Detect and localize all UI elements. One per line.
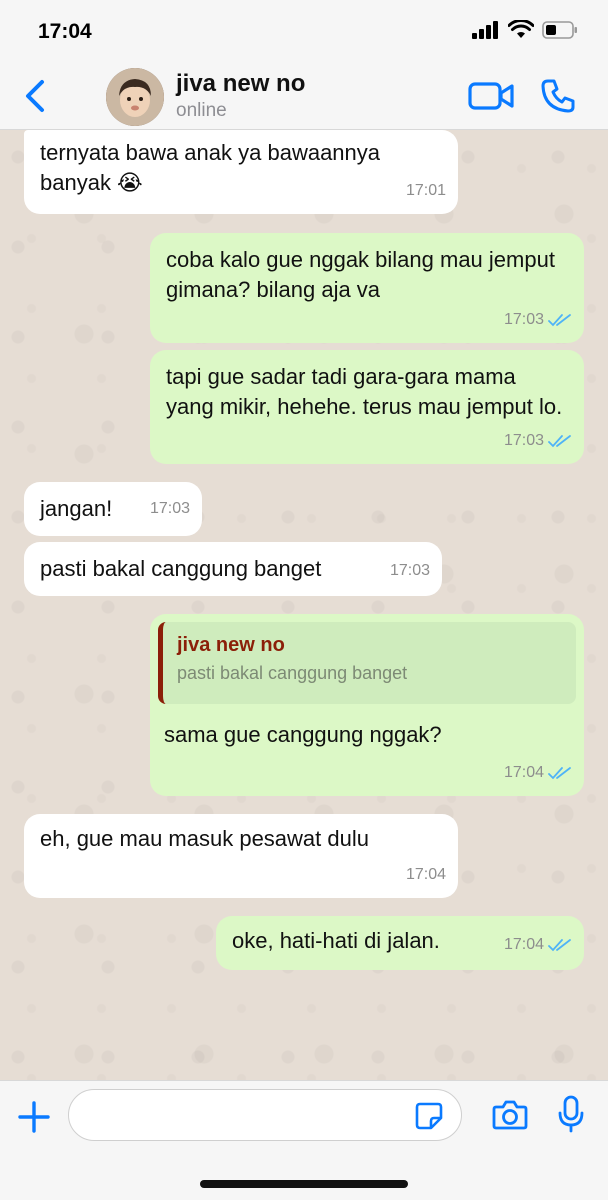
sticker-icon[interactable] [414,1101,444,1131]
message-text: jangan! [40,496,113,521]
status-bar: 17:04 [0,0,608,64]
message-time: 17:03 [149,500,190,517]
message-list[interactable]: ternyata bawa anak ya bawaannya banyak 😭… [0,130,608,1080]
message-text: tapi gue sadar tadi gara-gara mama yang … [166,364,563,419]
message-time: 17:03 [503,432,544,449]
message-meta: 17:04 [504,930,572,960]
message-bubble-incoming[interactable]: pasti bakal canggung banget 17:03 [24,542,442,596]
cellular-signal-icon [472,21,498,39]
message-text: oke, hati-hati di jalan. [232,928,440,953]
double-check-icon [548,767,571,780]
avatar[interactable] [106,68,164,126]
message-meta: 17:03 [504,305,572,335]
message-input[interactable] [68,1089,462,1141]
plus-icon[interactable] [18,1101,50,1133]
message-bubble-incoming[interactable]: ternyata bawa anak ya bawaannya banyak 😭… [24,130,458,214]
message-text: eh, gue mau masuk pesawat dulu [40,826,369,851]
camera-icon[interactable] [492,1099,528,1131]
message-meta: 17:04 [406,860,446,890]
composer-bar [0,1080,608,1200]
battery-icon [542,21,577,39]
double-check-icon [548,435,571,448]
status-time: 17:04 [38,20,92,43]
message-text: sama gue canggung nggak? [164,722,442,747]
message-bubble-incoming[interactable]: eh, gue mau masuk pesawat dulu 17:04 [24,814,458,898]
message-text: coba kalo gue nggak bilang mau jemput gi… [166,247,555,302]
avatar-photo [106,68,164,126]
message-meta: 17:03 [390,556,430,586]
chat-header: jiva new no online [0,64,608,130]
message-text: pasti bakal canggung banget [40,556,322,581]
status-icons [472,20,578,40]
message-time: 17:04 [503,936,544,953]
quoted-text: pasti bakal canggung banget [177,663,408,683]
double-check-icon [548,314,571,327]
message-time: 17:01 [405,182,446,199]
microphone-icon[interactable] [558,1095,584,1133]
message-meta: 17:01 [406,176,446,206]
wifi-icon [508,20,534,38]
video-camera-icon[interactable] [468,80,514,112]
message-time: 17:04 [503,764,544,781]
contact-status: online [176,100,227,121]
message-bubble-outgoing[interactable]: oke, hati-hati di jalan. 17:04 [216,916,584,970]
message-bubble-outgoing[interactable]: tapi gue sadar tadi gara-gara mama yang … [150,350,584,464]
back-icon[interactable] [22,78,50,114]
message-time: 17:04 [405,866,446,883]
message-bubble-outgoing[interactable]: coba kalo gue nggak bilang mau jemput gi… [150,233,584,343]
message-time: 17:03 [389,562,430,579]
message-time: 17:03 [503,311,544,328]
message-bubble-incoming[interactable]: jangan! 17:03 [24,482,202,536]
message-meta: 17:03 [504,426,572,456]
message-meta: 17:04 [504,758,572,788]
message-meta: 17:03 [150,494,190,524]
quoted-sender: jiva new no [177,634,285,656]
home-indicator[interactable] [200,1180,408,1188]
phone-icon[interactable] [540,78,576,114]
double-check-icon [548,939,571,952]
quoted-message[interactable]: jiva new no pasti bakal canggung banget [158,622,576,704]
contact-name[interactable]: jiva new no [176,70,305,98]
message-bubble-outgoing[interactable]: jiva new no pasti bakal canggung banget … [150,614,584,796]
message-text: ternyata bawa anak ya bawaannya banyak 😭 [40,140,381,195]
